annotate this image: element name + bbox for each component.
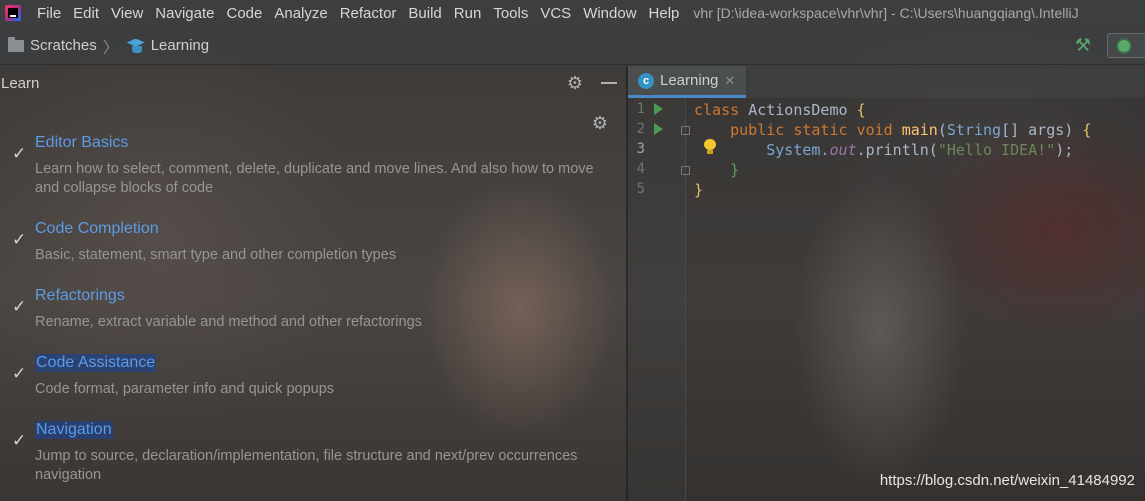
menu-code[interactable]: Code <box>220 5 268 22</box>
line-number: 2 <box>636 121 645 137</box>
menu-help[interactable]: Help <box>643 5 686 22</box>
learn-settings-gear-icon[interactable]: ⚙ <box>591 114 609 132</box>
editor-tab-learning[interactable]: c Learning ✕ <box>628 66 746 98</box>
brace: } <box>694 181 704 199</box>
run-gutter-icon[interactable] <box>654 123 663 135</box>
chevron-right-icon: 〉 <box>102 39 119 57</box>
menu-refactor[interactable]: Refactor <box>334 5 403 22</box>
code-line-3: System.out.println("Hello IDEA!"); <box>694 140 1073 160</box>
checkmark-icon: ✓ <box>12 364 27 383</box>
breadcrumb-scratches[interactable]: Scratches <box>30 37 97 54</box>
string-literal: "Hello IDEA!" <box>937 141 1056 159</box>
panel-minimize-icon[interactable] <box>601 82 617 84</box>
checkmark-icon: ✓ <box>12 431 27 450</box>
method-call: .println( <box>856 141 938 159</box>
method-name: main <box>901 121 938 139</box>
brace: } <box>730 161 740 179</box>
window-title: vhr [D:\idea-workspace\vhr\vhr] - C:\Use… <box>693 5 1079 21</box>
java-class-icon: c <box>638 72 654 89</box>
breadcrumb-learning[interactable]: Learning <box>151 37 209 54</box>
menu-run[interactable]: Run <box>448 5 488 22</box>
run-gutter-icon[interactable] <box>654 103 663 115</box>
paren: ( <box>937 121 947 139</box>
keyword: public static void <box>730 121 902 139</box>
lesson-description: Code format, parameter info and quick po… <box>35 381 335 397</box>
lesson-description: Jump to source, declaration/implementati… <box>35 448 578 483</box>
brace: { <box>856 101 866 119</box>
brace: { <box>1082 121 1092 139</box>
folder-icon <box>8 36 24 52</box>
code-line-1: class ActionsDemo { <box>694 100 866 120</box>
lesson-title[interactable]: Editor Basics <box>35 134 128 152</box>
class-name: ActionsDemo <box>748 101 857 119</box>
menu-bar: File Edit View Navigate Code Analyze Ref… <box>0 0 1145 26</box>
menu-window[interactable]: Window <box>577 5 642 22</box>
lesson-description: Rename, extract variable and method and … <box>35 314 422 330</box>
params: [] args) <box>1001 121 1083 139</box>
editor-tab-strip <box>746 66 1145 98</box>
checkmark-icon: ✓ <box>12 297 27 316</box>
watermark-url: https://blog.csdn.net/weixin_41484992 <box>879 472 1135 489</box>
lesson-description: Learn how to select, comment, delete, du… <box>35 161 594 196</box>
keyword: class <box>694 101 749 119</box>
line-number: 5 <box>636 181 645 197</box>
menu-edit[interactable]: Edit <box>67 5 105 22</box>
menu-vcs[interactable]: VCS <box>534 5 577 22</box>
lesson-title[interactable]: Code Assistance <box>35 354 157 372</box>
class-ref: System. <box>766 141 830 159</box>
lesson-title[interactable]: Navigation <box>35 421 113 439</box>
field-ref: out <box>829 141 857 159</box>
lesson-title[interactable]: Code Completion <box>35 220 159 238</box>
checkmark-icon: ✓ <box>12 144 27 163</box>
panel-settings-gear-icon[interactable]: ⚙ <box>566 74 584 92</box>
menu-navigate[interactable]: Navigate <box>149 5 220 22</box>
run-config-icon <box>1116 38 1132 54</box>
lesson-description: Basic, statement, smart type and other c… <box>35 247 397 263</box>
learn-panel-title: Learn <box>1 74 40 92</box>
menu-file[interactable]: File <box>31 5 67 22</box>
checkmark-icon: ✓ <box>12 230 27 249</box>
close-icon[interactable]: ✕ <box>724 73 735 89</box>
fold-marker-icon[interactable] <box>681 126 690 135</box>
menu-build[interactable]: Build <box>402 5 447 22</box>
line-number: 3 <box>636 141 645 157</box>
build-hammer-icon[interactable]: ⚒ <box>1073 35 1093 55</box>
lesson-title[interactable]: Refactorings <box>35 287 125 305</box>
menu-analyze[interactable]: Analyze <box>268 5 333 22</box>
editor-gutter <box>628 98 686 501</box>
line-number: 1 <box>636 101 645 117</box>
graduation-cap-icon <box>126 38 145 54</box>
navigation-bar: Scratches 〉 Learning ⚒ <box>0 27 1145 65</box>
menu-view[interactable]: View <box>105 5 149 22</box>
statement-end: ); <box>1055 141 1074 159</box>
fold-marker-icon[interactable] <box>681 166 690 175</box>
menu-tools[interactable]: Tools <box>487 5 534 22</box>
code-line-2: public static void main(String[] args) { <box>694 120 1091 140</box>
learn-panel-header: Learn <box>0 66 626 100</box>
run-configuration-selector[interactable] <box>1107 33 1145 58</box>
type-name: String <box>946 121 1002 139</box>
intellij-logo-icon <box>5 5 21 21</box>
code-line-4: } <box>694 160 739 180</box>
line-number: 4 <box>636 161 645 177</box>
code-line-5: } <box>694 180 703 200</box>
editor-tab-label: Learning <box>660 72 719 89</box>
